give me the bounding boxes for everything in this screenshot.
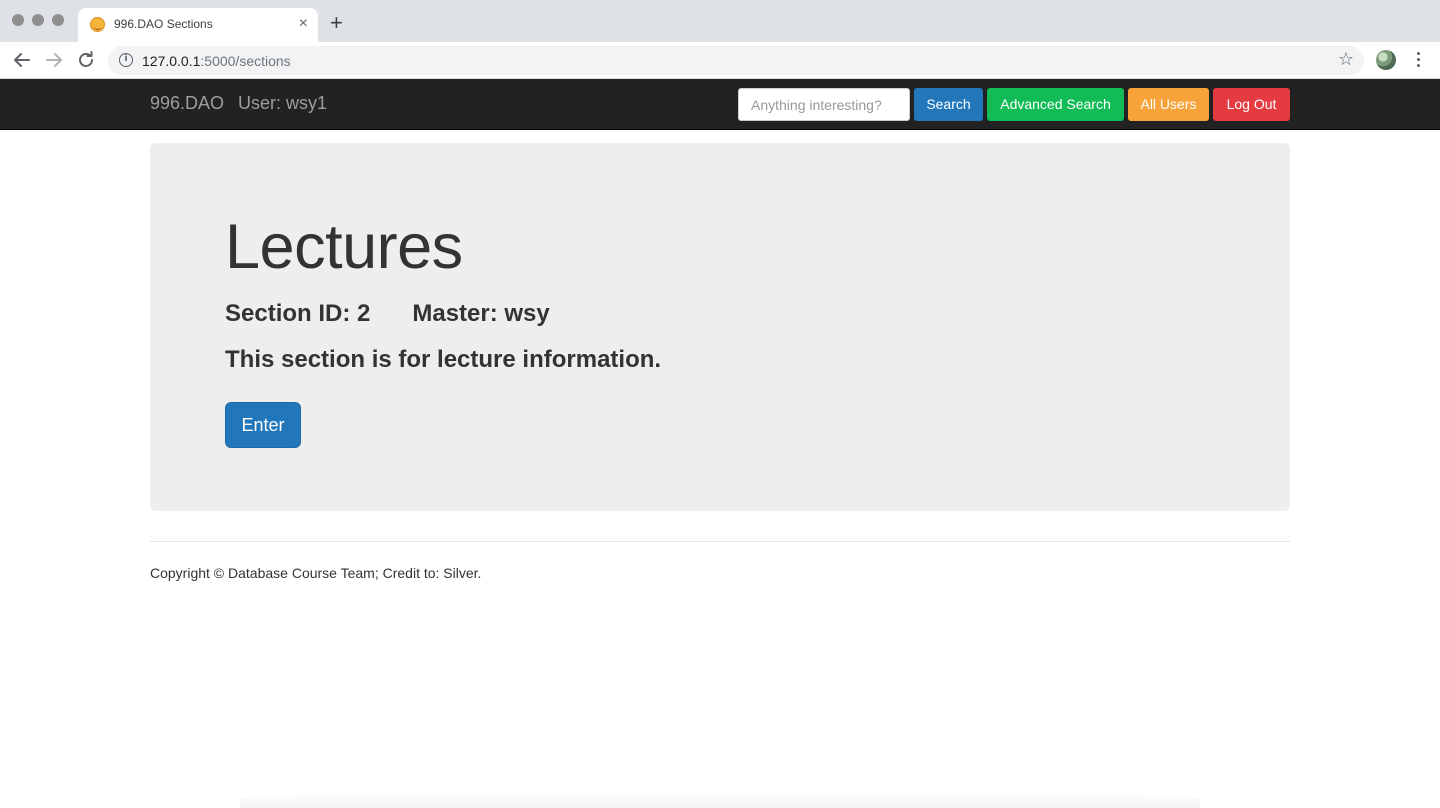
browser-toolbar: i 127.0.0.1:5000/sections ☆ xyxy=(0,42,1440,79)
url-host: 127.0.0.1 xyxy=(142,53,201,69)
section-master-label: Master: wsy xyxy=(412,300,550,327)
footer-copyright: Copyright © Database Course Team; Credit… xyxy=(150,565,482,581)
favicon-icon xyxy=(90,17,105,32)
window-zoom-dot[interactable] xyxy=(52,14,64,26)
all-users-button[interactable]: All Users xyxy=(1128,88,1209,121)
enter-button[interactable]: Enter xyxy=(225,402,301,448)
url-path: :5000/sections xyxy=(200,53,291,69)
browser-tabstrip: 996.DAO Sections × + xyxy=(0,0,1440,42)
search-input[interactable] xyxy=(738,88,910,121)
address-bar[interactable]: i 127.0.0.1:5000/sections ☆ xyxy=(108,46,1364,75)
url-text[interactable]: 127.0.0.1:5000/sections xyxy=(142,53,291,69)
section-card: Lectures Section ID: 2 Master: wsy This s… xyxy=(150,143,1290,511)
brand-link[interactable]: 996.DAO xyxy=(150,93,224,114)
site-navbar: 996.DAO User: wsy1 Search Advanced Searc… xyxy=(0,79,1440,130)
section-id-label: Section ID: 2 xyxy=(225,300,371,327)
browser-tab[interactable]: 996.DAO Sections × xyxy=(78,8,318,42)
footer-divider xyxy=(150,541,1290,542)
tab-close-icon[interactable]: × xyxy=(299,15,308,33)
bottom-shadow xyxy=(240,790,1200,808)
star-icon[interactable]: ☆ xyxy=(1338,49,1354,70)
logout-button[interactable]: Log Out xyxy=(1213,88,1290,121)
info-icon[interactable]: i xyxy=(119,53,133,67)
advanced-search-button[interactable]: Advanced Search xyxy=(987,88,1124,121)
new-tab-icon[interactable]: + xyxy=(330,12,343,34)
section-title: Lectures xyxy=(225,212,463,282)
window-close-dot[interactable] xyxy=(12,14,24,26)
current-user-label: User: wsy1 xyxy=(238,93,328,113)
tab-title: 996.DAO Sections xyxy=(114,17,213,31)
menu-dots-icon[interactable] xyxy=(1412,49,1424,71)
section-description: This section is for lecture information. xyxy=(225,346,662,373)
forward-arrow-icon[interactable] xyxy=(42,48,66,72)
profile-avatar[interactable] xyxy=(1376,50,1396,70)
section-meta: Section ID: 2 Master: wsy xyxy=(225,300,550,328)
back-arrow-icon[interactable] xyxy=(10,48,34,72)
reload-icon[interactable] xyxy=(74,48,98,72)
window-minimize-dot[interactable] xyxy=(32,14,44,26)
search-button[interactable]: Search xyxy=(914,88,983,121)
